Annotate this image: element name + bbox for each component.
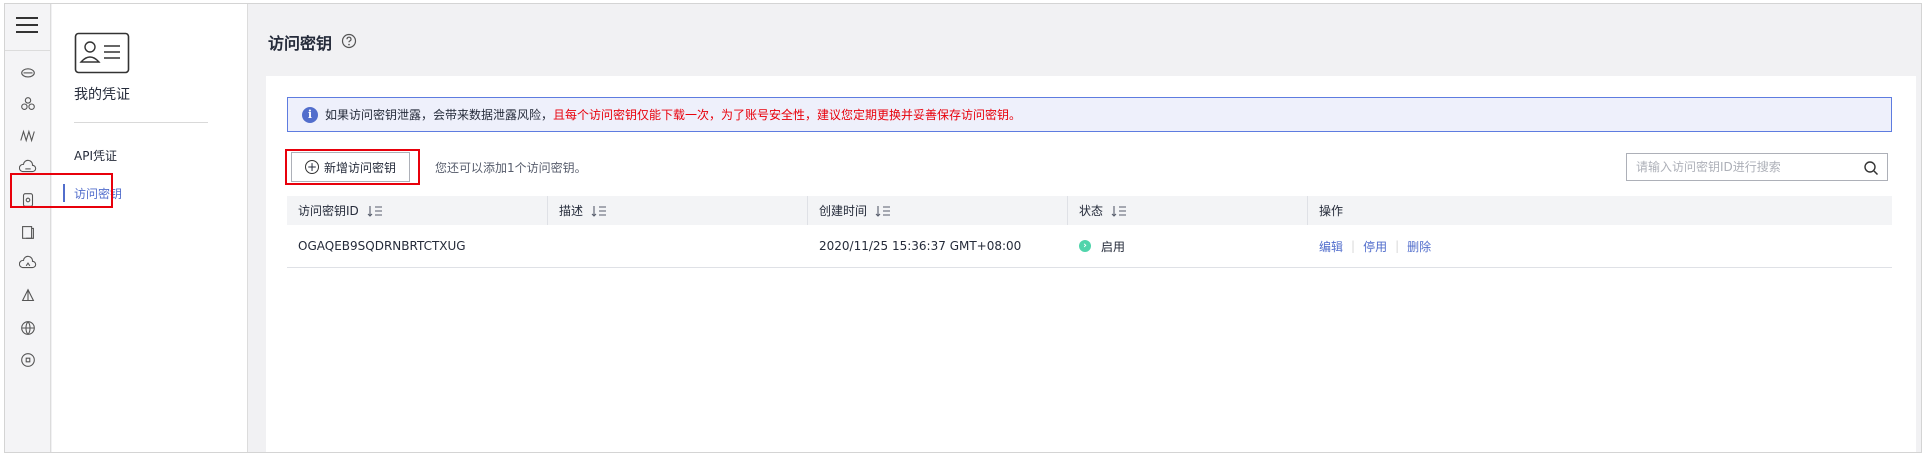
search-box bbox=[1626, 153, 1888, 181]
settings-circle-icon[interactable] bbox=[18, 350, 38, 370]
column-header-description[interactable]: 描述 bbox=[548, 196, 808, 225]
sort-icon[interactable] bbox=[875, 205, 891, 217]
search-icon[interactable] bbox=[1863, 160, 1879, 176]
column-header-created-time[interactable]: 创建时间 bbox=[808, 196, 1068, 225]
status-label: 启用 bbox=[1101, 239, 1126, 254]
cell-status: › 启用 bbox=[1068, 225, 1308, 267]
app-window: 我的凭证 API凭证 访问密钥 访问密钥 i 如果访问密钥泄露，会带来数据泄露风… bbox=[4, 3, 1922, 453]
column-header-status[interactable]: 状态 bbox=[1068, 196, 1308, 225]
search-input[interactable] bbox=[1636, 160, 1856, 174]
help-icon[interactable] bbox=[341, 33, 357, 49]
sort-icon[interactable] bbox=[1111, 205, 1127, 217]
credentials-sidebar: 我的凭证 API凭证 访问密钥 bbox=[52, 4, 248, 452]
quota-hint: 您还可以添加1个访问密钥。 bbox=[435, 161, 587, 175]
triangle-network-icon[interactable] bbox=[18, 286, 38, 306]
hamburger-menu-icon[interactable] bbox=[16, 17, 38, 35]
sidebar-item-api-credentials[interactable]: API凭证 bbox=[52, 143, 248, 167]
cell-created-time: 2020/11/25 15:36:37 GMT+08:00 bbox=[819, 239, 1022, 253]
cloud-server-icon[interactable] bbox=[18, 62, 38, 82]
content-card: i 如果访问密钥泄露，会带来数据泄露风险， 且每个访问密钥仅能下载一次，为了账号… bbox=[266, 76, 1916, 452]
status-enabled-icon: › bbox=[1079, 240, 1091, 252]
sort-icon[interactable] bbox=[591, 205, 607, 217]
alert-warning-text: 且每个访问密钥仅能下载一次，为了账号安全性，建议您定期更换并妥善保存访问密钥。 bbox=[553, 108, 1022, 122]
sidebar-title: 我的凭证 bbox=[74, 87, 130, 103]
info-alert: i 如果访问密钥泄露，会带来数据泄露风险， 且每个访问密钥仅能下载一次，为了账号… bbox=[287, 97, 1892, 132]
column-header-actions: 操作 bbox=[1319, 204, 1344, 218]
highlight-box-add-button bbox=[285, 149, 420, 185]
monitor-wave-icon[interactable] bbox=[18, 126, 38, 146]
cloud-sync-icon[interactable] bbox=[18, 254, 38, 274]
service-rail bbox=[5, 4, 51, 452]
delete-link[interactable]: 删除 bbox=[1407, 238, 1431, 255]
document-icon[interactable] bbox=[18, 222, 38, 242]
cell-description bbox=[548, 225, 808, 267]
disable-link[interactable]: 停用 bbox=[1363, 238, 1387, 255]
sidebar-item-label: API凭证 bbox=[74, 148, 117, 163]
globe-icon[interactable] bbox=[18, 318, 38, 338]
alert-text: 如果访问密钥泄露，会带来数据泄露风险， bbox=[325, 108, 554, 122]
cell-actions: 编辑 | 停用 | 删除 bbox=[1319, 238, 1432, 255]
column-header-access-key-id[interactable]: 访问密钥ID bbox=[287, 196, 548, 225]
page-title: 访问密钥 bbox=[268, 34, 333, 53]
highlight-box-sidebar bbox=[10, 173, 113, 208]
credential-card-icon bbox=[74, 32, 130, 74]
table-header: 访问密钥ID 描述 创建时间 状态 操作 bbox=[287, 196, 1892, 225]
sort-icon[interactable] bbox=[367, 205, 383, 217]
cell-access-key-id: OGAQEB9SQDRNBRTCTXUG bbox=[298, 239, 466, 253]
cluster-icon[interactable] bbox=[18, 94, 38, 114]
table-row: OGAQEB9SQDRNBRTCTXUG 2020/11/25 15:36:37… bbox=[287, 225, 1892, 268]
edit-link[interactable]: 编辑 bbox=[1319, 238, 1343, 255]
info-icon: i bbox=[302, 106, 318, 123]
